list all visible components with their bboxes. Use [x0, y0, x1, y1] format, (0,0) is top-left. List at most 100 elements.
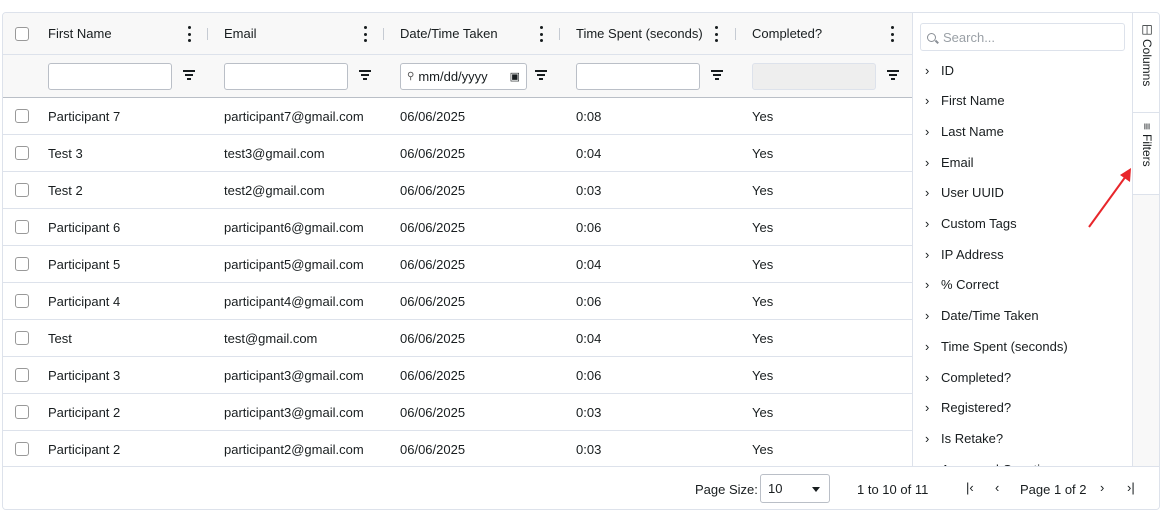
select-all-checkbox[interactable] [15, 26, 29, 41]
table-row[interactable]: Participant 7 participant7@gmail.com 06/06… [3, 98, 912, 135]
columns-icon: ◫ [1141, 22, 1153, 36]
chevron-right-icon: › [925, 185, 930, 201]
first-page-icon[interactable]: |‹ [966, 480, 974, 495]
email-cell: participant3@gmail.com [224, 367, 364, 383]
first-name-cell: Participant 2 [48, 441, 121, 457]
first-name-filter-input[interactable] [48, 63, 172, 90]
table-row[interactable]: Participant 2 participant3@gmail.com 06/06… [3, 394, 912, 431]
time-spent-cell: 0:04 [576, 330, 602, 346]
table-row[interactable]: Participant 6 participant6@gmail.com 06/06… [3, 209, 912, 246]
column-menu-icon[interactable] [184, 26, 194, 42]
page-size-select[interactable]: 10 [760, 474, 830, 503]
table-row[interactable]: Participant 3 participant3@gmail.com 06/06… [3, 357, 912, 394]
header-completed[interactable]: Completed? [752, 13, 902, 54]
table-row[interactable]: Participant 4 participant4@gmail.com 06/06… [3, 283, 912, 320]
row-checkbox[interactable] [15, 405, 29, 419]
chevron-right-icon: › [925, 246, 930, 262]
column-list-item-label: First Name [941, 93, 1005, 109]
column-list-item[interactable]: › Completed? [925, 367, 1011, 387]
column-menu-icon[interactable] [536, 26, 546, 42]
chevron-right-icon: › [925, 400, 930, 416]
row-checkbox[interactable] [15, 183, 29, 197]
row-checkbox[interactable] [15, 331, 29, 345]
time-spent-cell: 0:06 [576, 367, 602, 383]
row-range: 1 to 10 of 11 [857, 482, 929, 497]
page-indicator: Page 1 of 2 [1020, 482, 1087, 497]
column-list-item[interactable]: › Email [925, 152, 974, 172]
completed-cell: Yes [752, 182, 774, 198]
search-placeholder: Search... [943, 29, 996, 45]
row-checkbox[interactable] [15, 368, 29, 382]
column-menu-icon[interactable] [360, 26, 370, 42]
row-checkbox[interactable] [15, 220, 29, 234]
column-list-item[interactable]: › Last Name [925, 121, 1004, 141]
column-list-item-label: Email [941, 154, 974, 170]
column-search-input[interactable]: Search... [920, 23, 1125, 51]
table-row[interactable]: Test 3 test3@gmail.com 06/06/2025 0:04 Yes [3, 135, 912, 172]
chevron-right-icon: › [925, 430, 930, 446]
date-cell: 06/06/2025 [400, 404, 466, 420]
search-icon: ⚲ [407, 71, 415, 82]
table-row[interactable]: Test test@gmail.com 06/06/2025 0:04 Yes [3, 320, 912, 357]
first-name-cell: Test 3 [48, 145, 83, 161]
column-menu-icon[interactable] [887, 26, 897, 42]
chevron-right-icon: › [925, 369, 930, 385]
column-resize-handle[interactable] [383, 28, 384, 40]
column-resize-handle[interactable] [207, 28, 208, 40]
email-filter-input[interactable] [224, 63, 348, 90]
column-resize-handle[interactable] [559, 28, 560, 40]
column-resize-handle[interactable] [735, 28, 736, 40]
filter-icon[interactable] [887, 70, 899, 80]
time-spent-cell: 0:08 [576, 108, 602, 124]
column-list-item[interactable]: › Is Retake? [925, 428, 1003, 448]
calendar-icon[interactable]: ▣ [510, 70, 520, 83]
row-checkbox[interactable] [15, 442, 29, 456]
header-first-name[interactable]: First Name [48, 13, 198, 54]
time-spent-cell: 0:06 [576, 219, 602, 235]
row-checkbox[interactable] [15, 257, 29, 271]
column-list-item[interactable]: › Time Spent (seconds) [925, 336, 1068, 356]
chevron-right-icon: › [925, 93, 930, 109]
column-list-item[interactable]: › Date/Time Taken [925, 306, 1039, 326]
first-name-cell: Participant 2 [48, 404, 121, 420]
time-spent-filter-input[interactable] [576, 63, 700, 90]
column-list-item[interactable]: › Registered? [925, 398, 1011, 418]
completed-filter-input [752, 63, 876, 90]
column-list-item[interactable]: › User UUID [925, 183, 1004, 203]
column-list-item[interactable]: › Custom Tags [925, 214, 1017, 234]
column-list-item[interactable]: › First Name [925, 91, 1005, 111]
column-list-item[interactable]: ›Answered Questions [925, 459, 1061, 466]
column-list-item-label: Last Name [941, 123, 1004, 139]
first-name-cell: Test 2 [48, 182, 83, 198]
date-cell: 06/06/2025 [400, 256, 466, 272]
column-menu-icon[interactable] [711, 26, 721, 42]
data-grid: First Name Email Date/Time Taken Time Sp… [2, 12, 1160, 510]
filter-icon[interactable] [711, 70, 723, 80]
column-list-item-label: Custom Tags [941, 216, 1017, 231]
filter-icon[interactable] [183, 70, 195, 80]
row-checkbox[interactable] [15, 146, 29, 160]
filter-icon[interactable] [535, 70, 547, 80]
header-row: First Name Email Date/Time Taken Time Sp… [3, 13, 912, 55]
tab-columns[interactable]: ◫ Columns [1133, 13, 1159, 113]
column-list-item[interactable]: › ID [925, 60, 954, 80]
tab-filters[interactable]: ≡ Filters [1133, 113, 1159, 195]
column-list-item[interactable]: › IP Address [925, 244, 1004, 264]
next-page-icon[interactable]: › [1100, 480, 1104, 495]
tab-filters-label: Filters [1140, 134, 1154, 167]
completed-cell: Yes [752, 441, 774, 457]
time-spent-cell: 0:04 [576, 145, 602, 161]
previous-page-icon[interactable]: ‹ [995, 480, 999, 495]
filter-icon[interactable] [359, 70, 371, 80]
table-row[interactable]: Participant 2 participant2@gmail.com 06/06… [3, 431, 912, 466]
date-cell: 06/06/2025 [400, 293, 466, 309]
column-list-item-label: Is Retake? [941, 430, 1004, 446]
row-checkbox[interactable] [15, 109, 29, 123]
table-row[interactable]: Test 2 test2@gmail.com 06/06/2025 0:03 Yes [3, 172, 912, 209]
row-checkbox[interactable] [15, 294, 29, 308]
last-page-icon[interactable]: ›| [1127, 480, 1135, 495]
column-list-item[interactable]: › % Correct [925, 275, 999, 295]
column-list-item-label: IP Address [941, 246, 1004, 262]
table-row[interactable]: Participant 5 participant5@gmail.com 06/06… [3, 246, 912, 283]
date-filter-input[interactable]: ⚲ mm/dd/yyyy ▣ [400, 63, 527, 90]
